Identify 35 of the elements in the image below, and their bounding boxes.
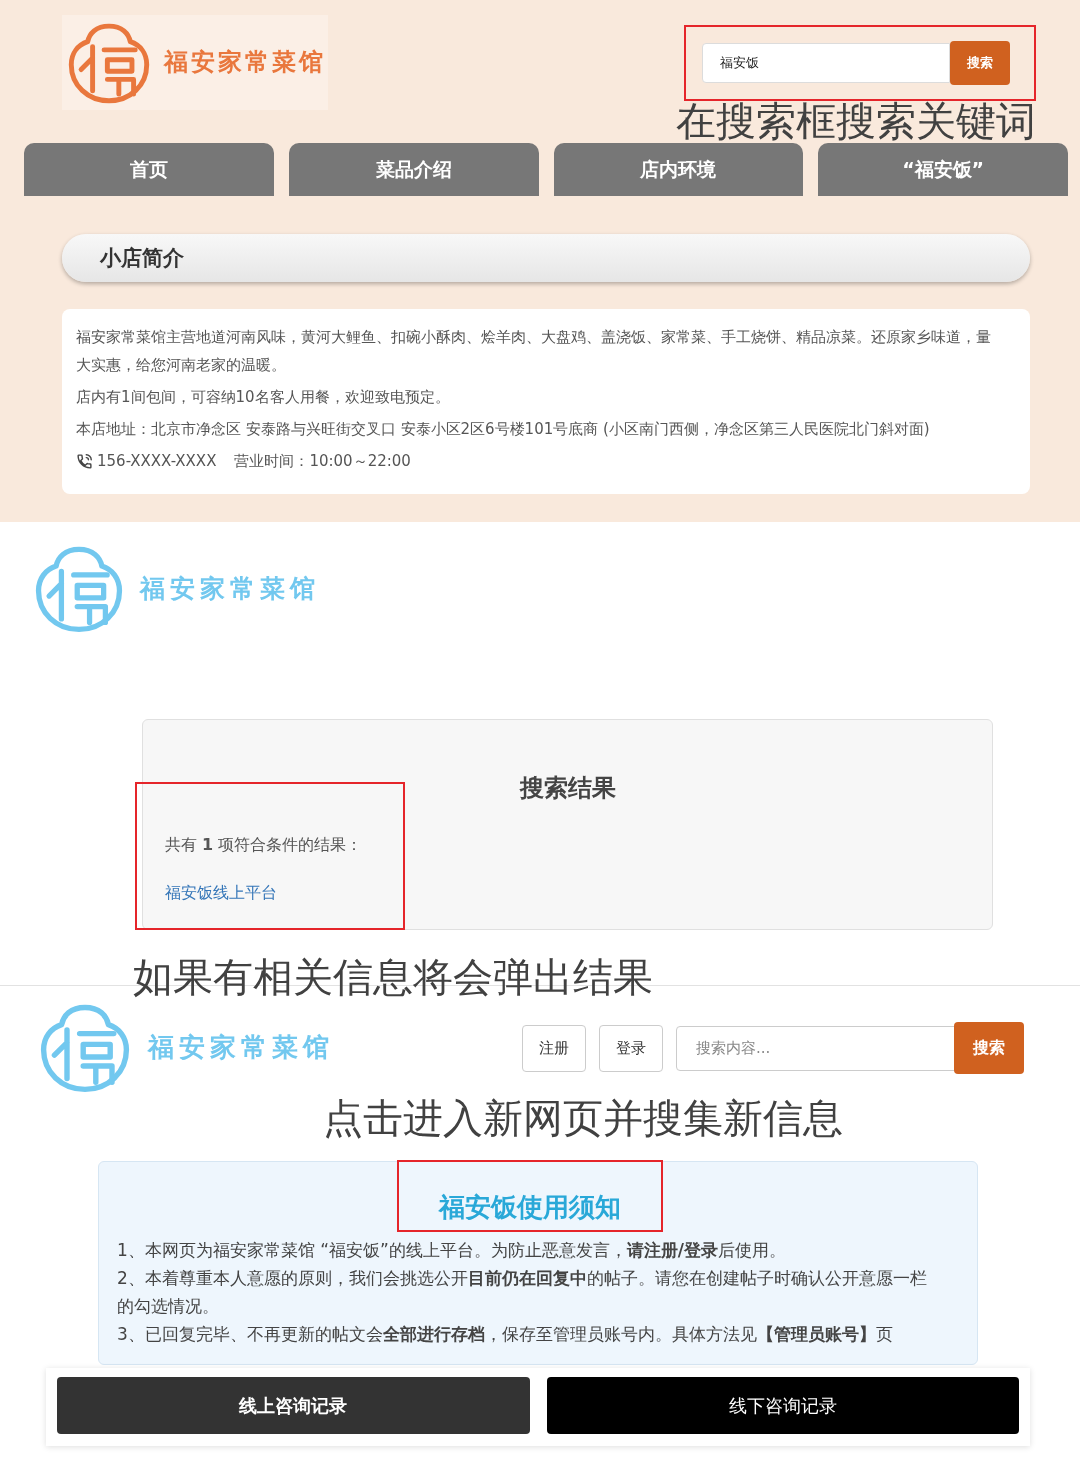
section-heading: 小店简介 xyxy=(62,234,1030,282)
result-link[interactable]: 福安饭线上平台 xyxy=(165,881,277,905)
phone-icon xyxy=(76,452,93,470)
results-summary: 共有 1 项符合条件的结果： xyxy=(165,834,364,856)
opening-hours: 营业时间：10:00～22:00 xyxy=(234,451,411,472)
search-button[interactable]: 搜索 xyxy=(954,1022,1024,1074)
search-button[interactable]: 搜索 xyxy=(950,41,1010,85)
notice-item: 2、本着尊重本人意愿的原则，我们会挑选公开目前仍在回复中的帖子。请您在创建帖子时确认公开意愿一栏的勾选情况。 xyxy=(117,1267,928,1318)
notice-item: 3、已回复完毕、不再更新的帖文会全部进行存档，保存至管理员账号内。具体方法见【管理员账号】页 xyxy=(117,1323,894,1346)
intro-paragraph: 福安家常菜馆主营地道河南风味，黄河大鲤鱼、扣碗小酥肉、烩羊肉、大盘鸡、盖浇饭、家常菜、手工烧饼、精品凉菜。还原家乡味道，量大实惠，给您河南老家的温暖。 xyxy=(76,327,992,376)
nav-tab[interactable]: 店内环境 xyxy=(553,143,804,196)
nav-tab[interactable]: 首页 xyxy=(24,143,274,196)
intro-paragraph: 店内有1间包间，可容纳10名客人用餐，欢迎致电预定。 xyxy=(76,387,451,408)
annotation-caption: 如果有相关信息将会弹出结果 xyxy=(133,955,653,1000)
annotation-caption: 点击进入新网页并搜集新信息 xyxy=(323,1095,844,1142)
results-title: 搜索结果 xyxy=(518,773,617,803)
search-field[interactable]: 福安饭 xyxy=(702,43,950,83)
account-button[interactable]: 注册 xyxy=(522,1024,586,1072)
search-field[interactable]: 搜索内容... xyxy=(676,1025,955,1071)
nav-tab[interactable]: 菜品介绍 xyxy=(288,143,539,196)
logo-emblem-icon xyxy=(35,545,123,633)
notice-title: 福安饭使用须知 xyxy=(439,1191,621,1224)
records-button[interactable]: 线上咨询记录 xyxy=(57,1377,530,1434)
logo-text: 福安家常菜馆 xyxy=(140,574,320,604)
nav-tab[interactable]: “福安饭” xyxy=(818,143,1068,196)
account-button[interactable]: 登录 xyxy=(599,1024,663,1072)
intro-paragraph: 本店地址：北京市净念区 安泰路与兴旺街交叉口 安泰小区2区6号楼101号底商 (小区南门西侧，净念区第三人民医院北门斜对面) xyxy=(76,419,931,440)
logo-emblem-icon xyxy=(40,1003,130,1093)
records-button[interactable]: 线下咨询记录 xyxy=(546,1377,1019,1434)
logo-text: 福安家常菜馆 xyxy=(148,1032,334,1064)
notice-item: 1、本网页为福安家常菜馆 “福安饭”的线上平台。为防止恶意发言，请注册/登录后使用。 xyxy=(117,1239,788,1262)
phone-number: 156-XXXX-XXXX xyxy=(97,451,217,472)
annotation-caption: 在搜索框搜索关键词 xyxy=(676,99,1036,144)
logo-emblem-icon xyxy=(68,21,150,104)
logo-text: 福安家常菜馆 xyxy=(164,48,326,77)
